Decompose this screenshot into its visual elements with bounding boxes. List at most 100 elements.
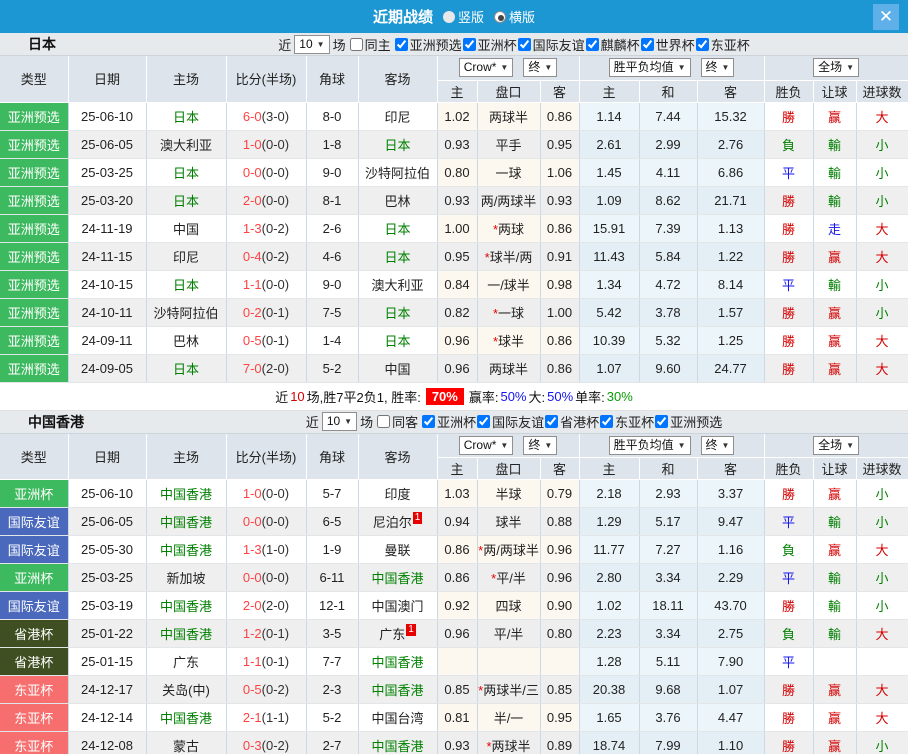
- bookmaker-select[interactable]: Crow* ▼: [458, 58, 514, 78]
- radio-selected-icon[interactable]: [494, 10, 506, 23]
- home-team: 中国香港: [146, 591, 227, 620]
- odds-home: 0.96: [437, 326, 478, 355]
- competition-filter[interactable]: 亚洲杯: [462, 35, 517, 54]
- chevron-down-icon: ▼: [721, 440, 730, 450]
- competition-checkbox[interactable]: [422, 415, 436, 428]
- type-badge: 东亚杯: [0, 675, 69, 704]
- home-team: 沙特阿拉伯: [146, 298, 227, 327]
- half-score: (1-1): [261, 710, 290, 725]
- odds-away: 0.93: [540, 186, 580, 215]
- competition-filter[interactable]: 亚洲杯: [421, 412, 476, 431]
- mean-draw: 4.72: [639, 270, 698, 299]
- odds-home: 0.85: [437, 675, 478, 704]
- same-venue-filter[interactable]: 同客: [376, 412, 418, 431]
- scope-select[interactable]: 全场 ▼: [813, 435, 860, 455]
- odds-home: 1.02: [437, 102, 478, 131]
- summary-segment: 近: [275, 389, 289, 405]
- radio-horizontal-layout[interactable]: 横版: [494, 7, 535, 26]
- match-date: 25-06-05: [68, 130, 147, 159]
- competition-filter[interactable]: 东亚杯: [599, 412, 654, 431]
- matches-table: 类型 日期 主场 比分(半场) 角球 客场 Crow* ▼ 终 ▼ 胜平负均值 …: [0, 433, 908, 754]
- competition-filter[interactable]: 国际友谊: [517, 35, 585, 54]
- odds-away: 0.95: [540, 703, 580, 732]
- competition-filter[interactable]: 国际友谊: [476, 412, 544, 431]
- same-venue-filter[interactable]: 同主: [349, 35, 391, 54]
- competition-checkbox[interactable]: [585, 37, 599, 51]
- handicap: 两球半: [477, 354, 541, 383]
- competition-filter[interactable]: 东亚杯: [695, 35, 750, 54]
- result-goals: 小: [856, 186, 908, 215]
- competition-checkbox[interactable]: [545, 415, 559, 428]
- type-badge: 国际友谊: [0, 535, 69, 564]
- mean-draw: 9.60: [639, 354, 698, 383]
- odds-time-select[interactable]: 终 ▼: [523, 58, 558, 78]
- match-count-select[interactable]: 10 ▼: [321, 412, 358, 431]
- competition-filter[interactable]: 世界杯: [640, 35, 695, 54]
- competition-filter[interactable]: 亚洲预选: [654, 412, 722, 431]
- mean-away: 15.32: [697, 102, 765, 131]
- same-venue-checkbox[interactable]: [349, 37, 363, 51]
- full-score: 2-0: [242, 598, 262, 613]
- odds-home: 0.81: [437, 703, 478, 732]
- competition-checkbox[interactable]: [517, 37, 531, 51]
- competition-checkbox[interactable]: [462, 37, 476, 51]
- type-badge: 亚洲预选: [0, 158, 69, 187]
- result-goals: 大: [856, 675, 908, 704]
- result-wdl: 負: [764, 619, 814, 648]
- home-team: 印尼: [146, 242, 227, 271]
- mean-draw: 5.84: [639, 242, 698, 271]
- result-wdl: 平: [764, 647, 814, 676]
- team-label: 中国香港: [371, 683, 424, 698]
- competition-checkbox[interactable]: [695, 37, 709, 51]
- summary-segment: 场,胜7平2负1, 胜率:: [306, 389, 421, 405]
- competition-checkbox[interactable]: [600, 415, 614, 428]
- competition-checkbox[interactable]: [394, 37, 408, 51]
- handicap: *两球半: [477, 731, 541, 754]
- team-label: 中国香港: [159, 627, 212, 642]
- odds-time-value: 终: [528, 60, 541, 75]
- handicap: *两球半/三: [477, 675, 541, 704]
- result-handicap: 輸: [813, 270, 857, 299]
- odds-away: 1.00: [540, 298, 580, 327]
- competition-checkbox[interactable]: [477, 415, 491, 428]
- mean-select[interactable]: 胜平负均值 ▼: [608, 58, 691, 78]
- radio-vertical-layout[interactable]: 竖版: [442, 7, 484, 26]
- away-team: 澳大利亚: [358, 270, 438, 299]
- match-count-select[interactable]: 10 ▼: [294, 34, 330, 54]
- handicap: 半球: [477, 479, 541, 508]
- mean-home: 2.23: [579, 619, 640, 648]
- mean-home: 1.09: [579, 186, 640, 215]
- bookmaker-select[interactable]: Crow* ▼: [458, 435, 514, 455]
- odds-home: 0.80: [437, 158, 478, 187]
- competition-filter[interactable]: 亚洲预选: [394, 35, 462, 54]
- competition-filter[interactable]: 麒麟杯: [585, 35, 640, 54]
- radio-icon[interactable]: [442, 10, 455, 23]
- mean-select[interactable]: 胜平负均值 ▼: [608, 435, 691, 455]
- mean-time-select[interactable]: 终 ▼: [700, 435, 735, 455]
- competition-checkbox[interactable]: [655, 415, 669, 428]
- away-team: 日本: [358, 214, 438, 243]
- star-icon: *: [484, 249, 490, 265]
- close-button[interactable]: ✕: [873, 4, 899, 30]
- mean-draw: 3.76: [639, 703, 698, 732]
- away-team: 中国香港: [358, 647, 438, 676]
- competition-filter[interactable]: 省港杯: [544, 412, 599, 431]
- team-label: 巴林: [172, 333, 199, 349]
- result-wdl: 勝: [764, 703, 814, 732]
- mean-time-select[interactable]: 终 ▼: [700, 58, 735, 78]
- corners: 2-3: [306, 675, 359, 704]
- scope-select[interactable]: 全场 ▼: [813, 58, 860, 78]
- summary-segment: 30%: [606, 388, 633, 404]
- odds-time-select[interactable]: 终 ▼: [523, 435, 558, 455]
- same-venue-checkbox[interactable]: [377, 415, 391, 428]
- score: 1-2(0-1): [226, 619, 307, 648]
- mean-draw: 9.68: [639, 675, 698, 704]
- competition-checkbox[interactable]: [640, 37, 654, 51]
- competition-label: 东亚杯: [710, 37, 750, 53]
- result-handicap: 赢: [813, 326, 857, 355]
- home-team: 中国香港: [146, 619, 227, 648]
- mean-away: 3.37: [697, 479, 765, 508]
- mean-draw: 3.78: [639, 298, 698, 327]
- home-team: 澳大利亚: [146, 130, 227, 159]
- mean-away: 1.10: [697, 731, 765, 754]
